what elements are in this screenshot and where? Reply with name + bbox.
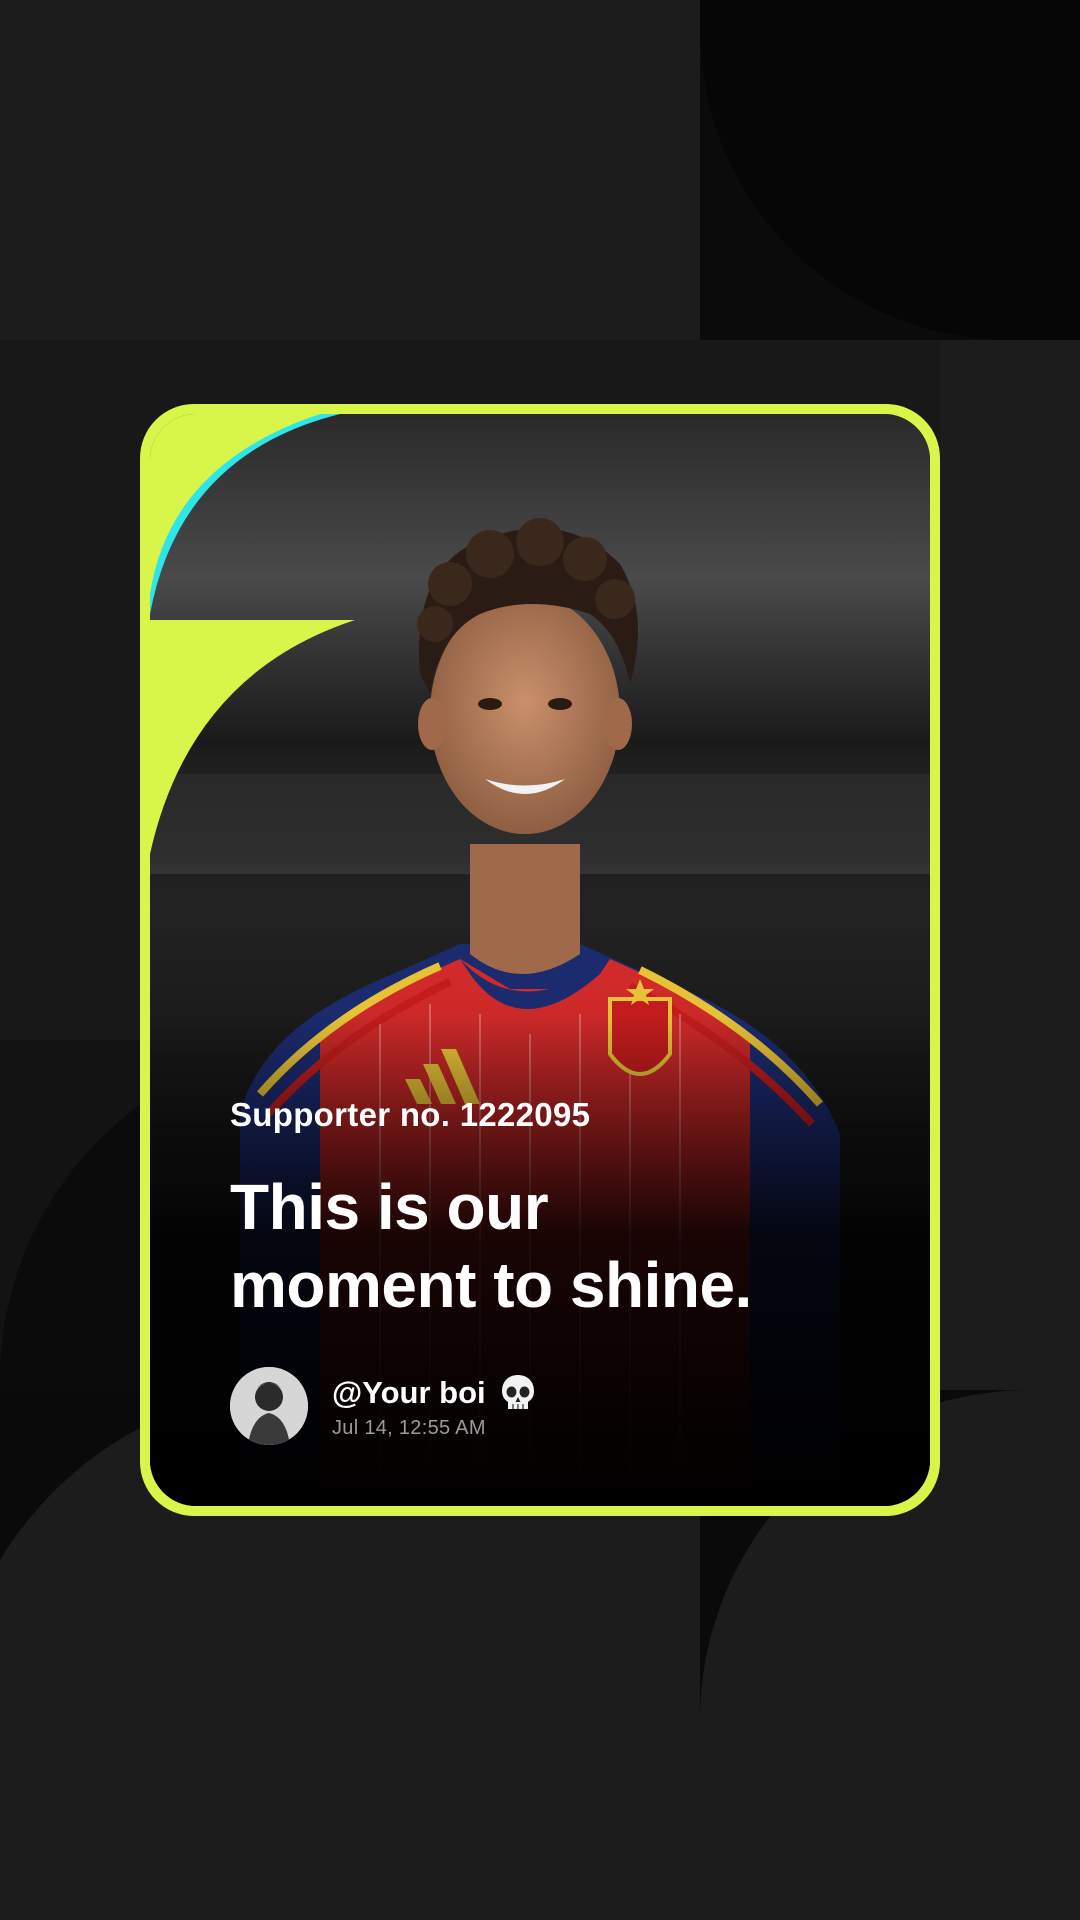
headline: This is our moment to shine. [230, 1168, 870, 1324]
post-timestamp: Jul 14, 12:55 AM [332, 1416, 486, 1439]
author-row[interactable]: @Your boi Jul 14, 12:55 AM [230, 1366, 536, 1446]
author-info: @Your boi Jul 14, 12:55 AM [332, 1373, 536, 1440]
avatar[interactable] [230, 1367, 308, 1445]
supporter-number: Supporter no. 1222095 [230, 1096, 591, 1133]
corner-accent-shape [150, 414, 355, 854]
skull-icon [500, 1373, 536, 1413]
headline-line-2: moment to shine. [230, 1249, 752, 1321]
supporter-card[interactable]: Supporter no. 1222095 This is our moment… [150, 414, 930, 1506]
headline-line-1: This is our [230, 1171, 549, 1243]
author-handle[interactable]: @Your boi [332, 1375, 486, 1411]
handle-row: @Your boi [332, 1373, 536, 1413]
